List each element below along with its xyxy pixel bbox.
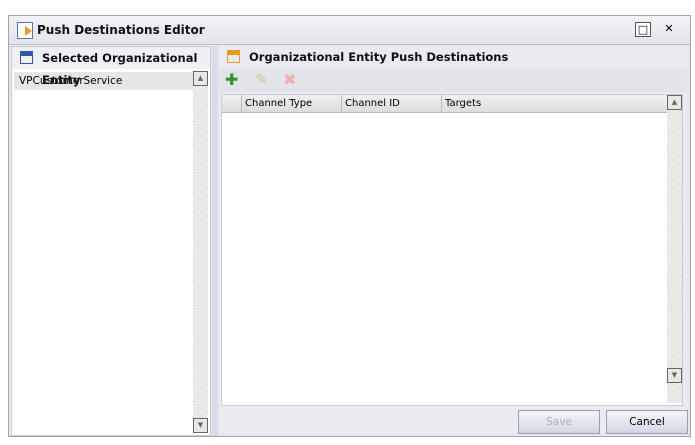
maximize-button[interactable]: □ xyxy=(635,22,651,37)
close-button[interactable]: ✕ xyxy=(662,22,676,35)
column-header[interactable]: Channel Type xyxy=(242,95,342,112)
cancel-button[interactable]: Cancel xyxy=(606,410,688,434)
panel-header: Selected Organizational Entity xyxy=(12,47,210,87)
add-icon[interactable]: ✚ xyxy=(225,70,238,89)
scroll-up-icon[interactable]: ▲ xyxy=(193,71,208,86)
scroll-down-icon[interactable]: ▼ xyxy=(667,368,682,383)
select-column xyxy=(222,95,242,112)
destinations-table: Channel Type Channel ID Targets ▲ ▼ xyxy=(221,94,683,406)
panel-title: Organizational Entity Push Destinations xyxy=(249,50,509,64)
column-header[interactable]: Targets xyxy=(442,95,668,112)
scroll-down-icon[interactable]: ▼ xyxy=(193,418,208,433)
scrollbar[interactable]: ▲ ▼ xyxy=(193,71,208,433)
editor-icon xyxy=(17,22,33,39)
dialog-title: Push Destinations Editor xyxy=(37,23,205,37)
save-button[interactable]: Save xyxy=(518,410,600,434)
delete-icon[interactable]: ✖ xyxy=(283,70,296,89)
list-item[interactable]: VPCustomerService xyxy=(14,72,194,90)
push-destinations-panel: Organizational Entity Push Destinations … xyxy=(219,46,688,434)
selected-entity-panel: Selected Organizational Entity VPCustome… xyxy=(11,46,211,436)
table-header: Channel Type Channel ID Targets xyxy=(222,95,682,113)
edit-icon[interactable]: ✎ xyxy=(255,70,268,89)
org-hierarchy-icon xyxy=(20,51,33,64)
title-bar: Push Destinations Editor □ ✕ xyxy=(9,16,690,45)
scrollbar[interactable]: ▲ ▼ xyxy=(667,95,682,403)
toolbar: ✚ ✎ ✖ xyxy=(219,68,687,92)
push-destinations-dialog: Push Destinations Editor □ ✕ Selected Or… xyxy=(8,15,691,437)
column-header[interactable]: Channel ID xyxy=(342,95,442,112)
panel-header: Organizational Entity Push Destinations xyxy=(219,46,687,68)
splitter[interactable] xyxy=(212,46,218,436)
org-push-icon xyxy=(227,50,240,63)
scroll-up-icon[interactable]: ▲ xyxy=(667,95,682,110)
